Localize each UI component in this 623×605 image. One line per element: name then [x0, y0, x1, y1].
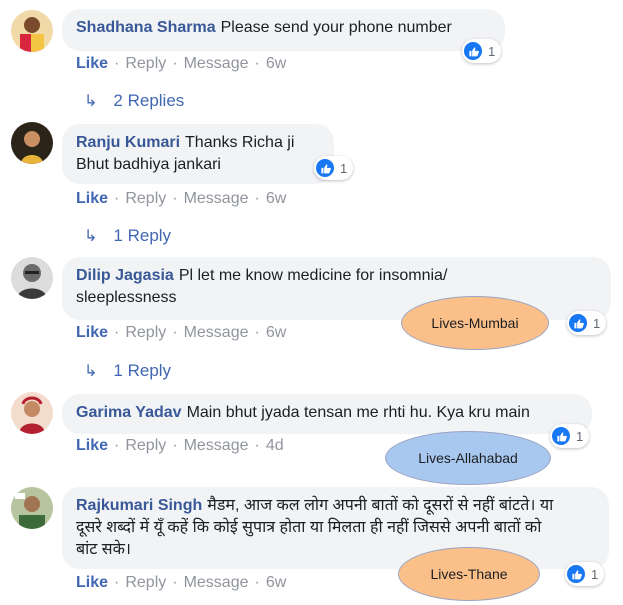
- reaction-badge[interactable]: 1: [550, 424, 590, 448]
- like-link[interactable]: Like: [76, 190, 108, 207]
- avatar[interactable]: [11, 122, 53, 164]
- avatar[interactable]: [11, 392, 53, 434]
- location-annotation: Lives-Allahabad: [385, 431, 551, 485]
- reply-link[interactable]: Reply: [125, 437, 166, 454]
- reply-arrow-icon: ↳: [84, 363, 98, 380]
- comment-author[interactable]: Ranju Kumari: [76, 134, 180, 151]
- view-replies-link[interactable]: ↳ 1 Reply: [84, 226, 171, 246]
- timestamp[interactable]: 6w: [266, 574, 286, 591]
- annotation-label: Lives-Allahabad: [418, 450, 518, 466]
- like-link[interactable]: Like: [76, 324, 108, 341]
- comment-text-line: Thanks Richa ji: [185, 134, 295, 151]
- location-annotation: Lives-Mumbai: [401, 296, 549, 350]
- comment-bubble: Shadhana Sharma Please send your phone nu…: [62, 9, 505, 51]
- thumbs-up-icon: [316, 159, 334, 177]
- thumbs-up-icon: [464, 42, 482, 60]
- reaction-badge[interactable]: 1: [565, 562, 605, 586]
- location-annotation: Lives-Thane: [398, 547, 540, 601]
- view-replies-link[interactable]: ↳ 1 Reply: [84, 361, 171, 381]
- replies-count: 1 Reply: [113, 361, 172, 380]
- comment-author[interactable]: Dilip Jagasia: [76, 267, 174, 284]
- view-replies-link[interactable]: ↳ 2 Replies: [84, 91, 184, 111]
- reaction-count: 1: [488, 43, 496, 59]
- comment-bubble: Ranju Kumari Thanks Richa ji Bhut badhiya…: [62, 124, 334, 184]
- comment-actions: Like · Reply · Message · 4d: [76, 437, 284, 454]
- comment-text-line: Bhut badhiya jankari: [76, 156, 221, 173]
- reaction-badge[interactable]: 1: [567, 311, 607, 335]
- comment-author[interactable]: Shadhana Sharma: [76, 19, 216, 36]
- avatar[interactable]: [11, 257, 53, 299]
- thumbs-up-icon: [552, 427, 570, 445]
- reply-link[interactable]: Reply: [125, 324, 166, 341]
- reply-link[interactable]: Reply: [125, 574, 166, 591]
- like-link[interactable]: Like: [76, 55, 108, 72]
- reply-link[interactable]: Reply: [125, 55, 166, 72]
- timestamp[interactable]: 6w: [266, 55, 286, 72]
- reaction-badge[interactable]: 1: [314, 156, 354, 180]
- reaction-count: 1: [591, 566, 599, 582]
- reaction-count: 1: [576, 428, 584, 444]
- comment-actions: Like · Reply · Message · 6w: [76, 324, 287, 341]
- replies-count: 2 Replies: [113, 91, 185, 110]
- message-link[interactable]: Message: [184, 437, 249, 454]
- message-link[interactable]: Message: [184, 324, 249, 341]
- message-link[interactable]: Message: [184, 190, 249, 207]
- reaction-count: 1: [340, 160, 348, 176]
- avatar[interactable]: [11, 487, 53, 529]
- comment-text-line: मैडम, आज कल लोग अपनी बातों को दूसरों से …: [207, 497, 554, 514]
- message-link[interactable]: Message: [184, 574, 249, 591]
- avatar[interactable]: [11, 10, 53, 52]
- annotation-label: Lives-Mumbai: [431, 315, 519, 331]
- timestamp[interactable]: 6w: [266, 324, 286, 341]
- comment-actions: Like · Reply · Message · 6w: [76, 55, 287, 72]
- comment-author[interactable]: Rajkumari Singh: [76, 497, 202, 514]
- reply-arrow-icon: ↳: [84, 228, 98, 245]
- comment-author[interactable]: Garima Yadav: [76, 404, 182, 421]
- timestamp[interactable]: 6w: [266, 190, 286, 207]
- reaction-count: 1: [593, 315, 601, 331]
- comment-actions: Like · Reply · Message · 6w: [76, 574, 287, 591]
- comment-text-line: Pl let me know medicine for insomnia/: [178, 267, 448, 284]
- reply-link[interactable]: Reply: [125, 190, 166, 207]
- like-link[interactable]: Like: [76, 574, 108, 591]
- comment-bubble: Rajkumari Singh मैडम, आज कल लोग अपनी बातो…: [62, 487, 609, 569]
- reaction-badge[interactable]: 1: [462, 39, 502, 63]
- like-link[interactable]: Like: [76, 437, 108, 454]
- thumbs-up-icon: [569, 314, 587, 332]
- replies-count: 1 Reply: [113, 226, 172, 245]
- timestamp[interactable]: 4d: [266, 437, 284, 454]
- comment-text: Main bhut jyada tensan me rhti hu. Kya k…: [186, 404, 530, 421]
- comment-actions: Like · Reply · Message · 6w: [76, 190, 287, 207]
- reply-arrow-icon: ↳: [84, 93, 98, 110]
- message-link[interactable]: Message: [184, 55, 249, 72]
- comment-text-line: दूसरे शब्दों में यूँ कहें कि कोई सुपात्र…: [76, 519, 542, 536]
- thumbs-up-icon: [567, 565, 585, 583]
- comment-bubble: Garima Yadav Main bhut jyada tensan me rh…: [62, 394, 592, 434]
- annotation-label: Lives-Thane: [430, 566, 508, 582]
- comment-text: Please send your phone number: [220, 19, 452, 36]
